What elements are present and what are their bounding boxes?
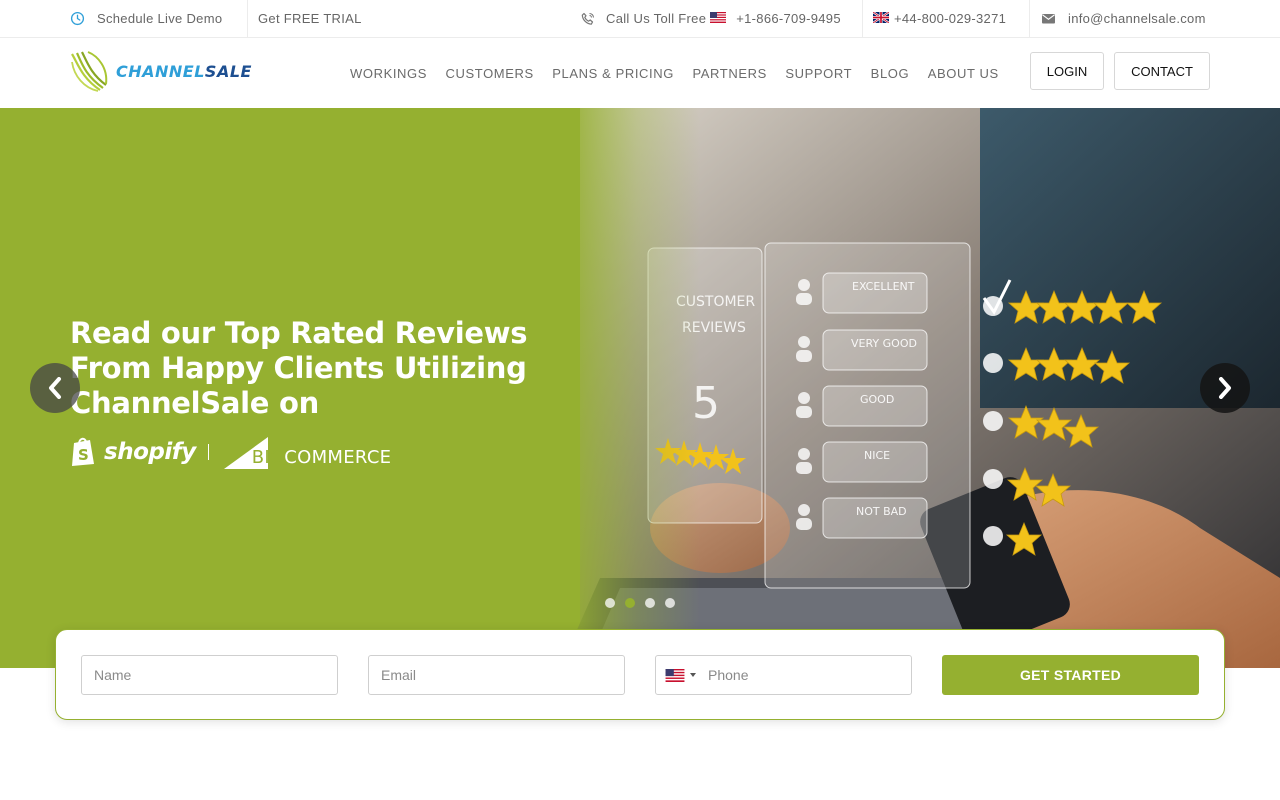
bigcommerce-big: BIG [251, 446, 285, 468]
channelsale-logo[interactable]: CHANNELSALE [70, 50, 270, 92]
rating-label-nice: NICE [864, 449, 890, 462]
top-bar: Schedule Live Demo Get FREE TRIAL Call U… [0, 0, 1280, 38]
nav-about-us[interactable]: ABOUT US [928, 66, 999, 81]
schedule-demo-label: Schedule Live Demo [97, 11, 223, 26]
shopify-bag-letter: S [78, 446, 89, 464]
logo-wordmark: CHANNELSALE [116, 62, 252, 81]
envelope-icon [1042, 14, 1055, 24]
nav-workings[interactable]: WORKINGS [350, 66, 427, 81]
clock-icon [70, 11, 85, 26]
nav-customers[interactable]: CUSTOMERS [446, 66, 534, 81]
leaf-logo-icon [71, 51, 108, 92]
main-nav: WORKINGS CUSTOMERS PLANS & PRICING PARTN… [350, 38, 1017, 108]
us-phone-link[interactable]: +1-866-709-9495 [736, 11, 841, 26]
phone-icon [581, 12, 595, 25]
email-link[interactable]: info@channelsale.com [1042, 0, 1206, 37]
slider-dot[interactable] [645, 598, 655, 608]
hero-slider: CUSTOMER REVIEWS 5 EXCELLENT VERY GOOD G… [0, 108, 1280, 668]
slider-dot[interactable] [605, 598, 615, 608]
slider-dot[interactable] [665, 598, 675, 608]
rating-label-good: GOOD [860, 393, 894, 406]
free-trial-link[interactable]: Get FREE TRIAL [258, 0, 362, 37]
call-label: Call Us Toll Free [606, 11, 707, 26]
nav-plans-pricing[interactable]: PLANS & PRICING [552, 66, 674, 81]
slider-dot-active[interactable] [625, 598, 635, 608]
main-header: CHANNELSALE WORKINGS CUSTOMERS PLANS & P… [0, 38, 1280, 108]
bigcommerce-wordmark: BIGCOMMERCE [252, 447, 392, 468]
phone-field-group [655, 655, 912, 695]
schedule-demo-link[interactable]: Schedule Live Demo [70, 0, 222, 37]
nav-support[interactable]: SUPPORT [785, 66, 852, 81]
email-address: info@channelsale.com [1068, 11, 1206, 26]
uk-phone-link[interactable]: +44-800-029-3271 [894, 11, 1006, 26]
chevron-right-icon [1219, 377, 1231, 399]
phone-field[interactable] [702, 656, 910, 694]
login-button[interactable]: LOGIN [1030, 52, 1104, 90]
us-flag-icon [710, 12, 727, 23]
contact-button[interactable]: CONTACT [1114, 52, 1210, 90]
country-code-select[interactable] [656, 656, 702, 694]
get-started-button[interactable]: GET STARTED [942, 655, 1199, 695]
slider-dots [605, 598, 685, 608]
divider [1029, 0, 1030, 37]
slider-prev-button[interactable] [30, 363, 80, 413]
toll-free-us: Call Us Toll Free +1-866-709-9495 [580, 0, 841, 37]
rating-label-not-bad: NOT BAD [856, 505, 907, 518]
rating-label-very-good: VERY GOOD [851, 337, 917, 350]
divider [862, 0, 863, 37]
name-field[interactable] [81, 655, 338, 695]
rating-label-excellent: EXCELLENT [852, 280, 915, 293]
email-field[interactable] [368, 655, 625, 695]
caret-down-icon [690, 673, 696, 677]
logo-word-sale: SALE [204, 61, 252, 81]
partner-brands: S shopify BIGCOMMERCE [70, 434, 391, 470]
nav-partners[interactable]: PARTNERS [692, 66, 766, 81]
shopify-wordmark: shopify [104, 439, 196, 465]
us-flag-icon [665, 668, 685, 682]
nav-blog[interactable]: BLOG [871, 66, 910, 81]
lead-form: GET STARTED [55, 629, 1225, 720]
bigcommerce-commerce: COMMERCE [284, 446, 392, 468]
logo-word-channel: CHANNEL [116, 61, 205, 81]
slider-next-button[interactable] [1200, 363, 1250, 413]
shopify-bag-icon: S [72, 437, 94, 466]
toll-free-uk: +44-800-029-3271 [873, 0, 1006, 37]
divider [247, 0, 248, 37]
brand-divider [207, 444, 209, 460]
hero-title: Read our Top Rated Reviews From Happy Cl… [70, 316, 528, 420]
uk-flag-icon [873, 12, 889, 23]
chevron-left-icon [49, 377, 61, 399]
